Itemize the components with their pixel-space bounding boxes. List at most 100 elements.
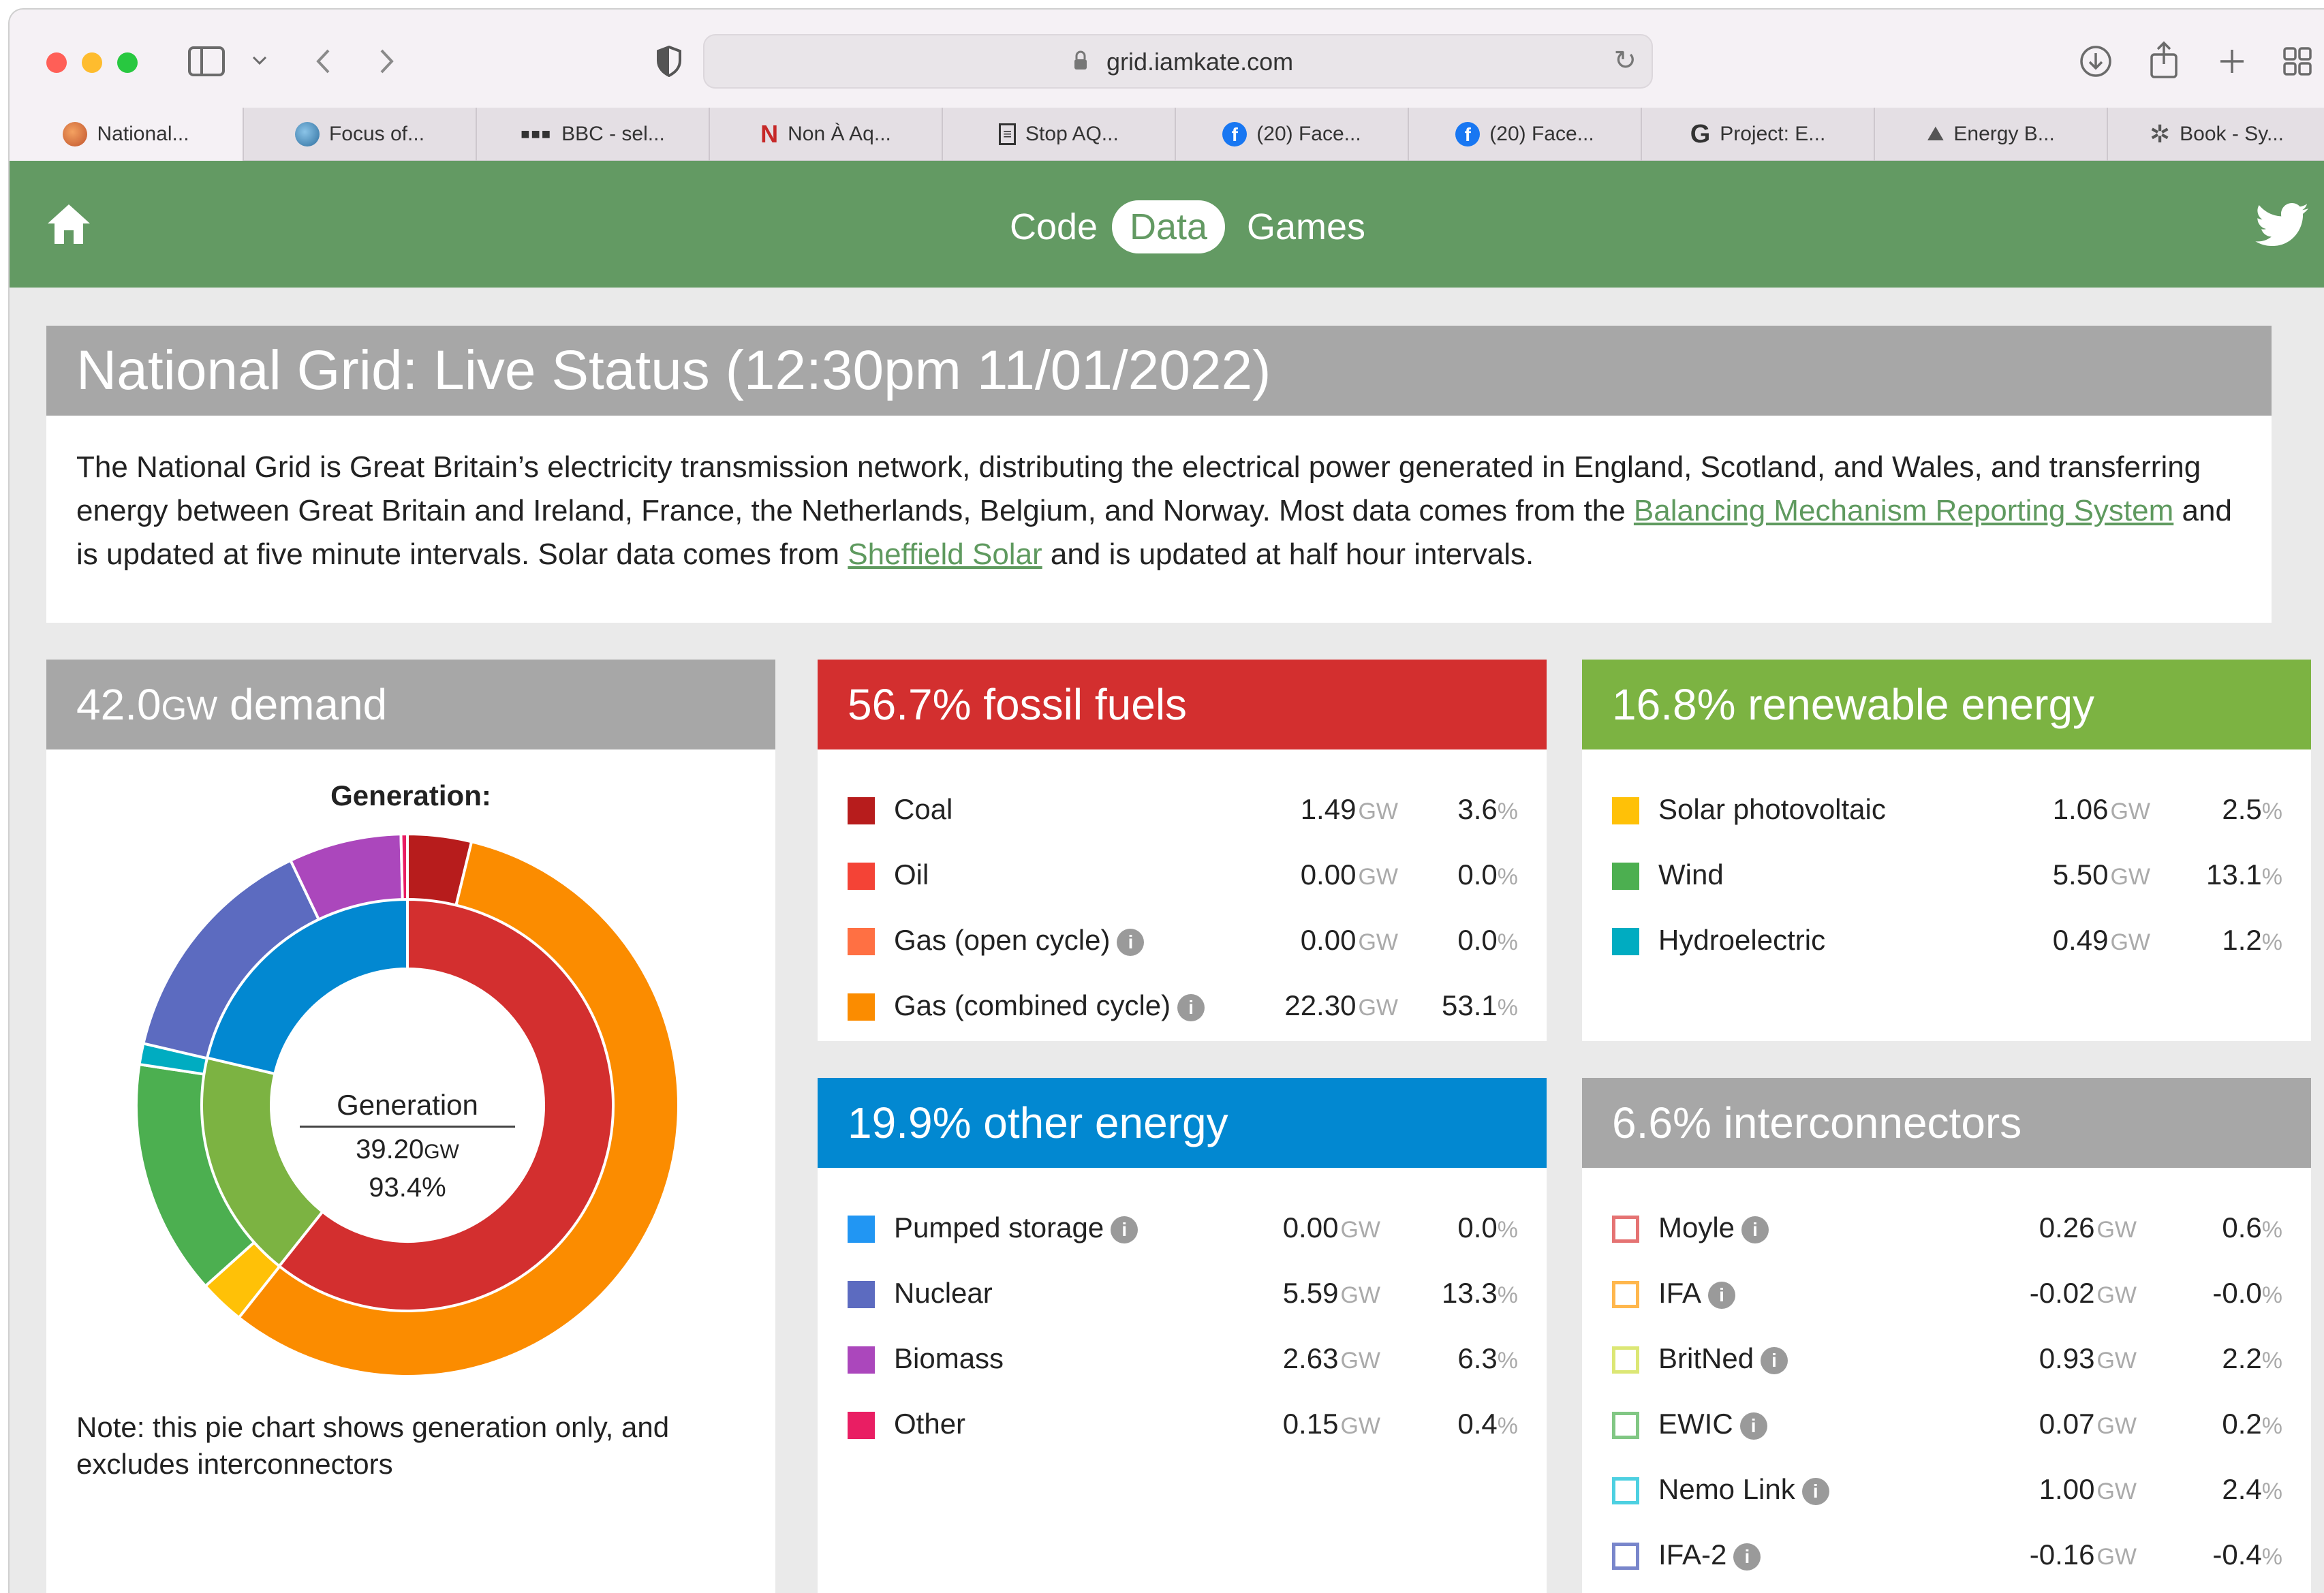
row-gw-value: 22.30GW bbox=[1248, 985, 1398, 1028]
row-percent: -0.0% bbox=[2173, 1273, 2282, 1316]
star-icon: ✲ bbox=[2150, 120, 2171, 148]
gw-number: 5.59 bbox=[1282, 1277, 1339, 1309]
back-icon[interactable] bbox=[309, 46, 337, 76]
forward-icon[interactable] bbox=[373, 46, 401, 76]
sheffield-solar-link[interactable]: Sheffield Solar bbox=[848, 538, 1042, 571]
new-tab-icon[interactable] bbox=[2216, 45, 2248, 78]
shield-icon[interactable] bbox=[654, 45, 684, 78]
row-label-text: Wind bbox=[1658, 859, 1724, 891]
donut-center: Generation 39.20GW 93.4% bbox=[279, 1085, 536, 1205]
tab-book[interactable]: ✲ Book - Sy... bbox=[2107, 108, 2324, 161]
tab-non-a-aq[interactable]: N Non À Aq... bbox=[709, 108, 942, 161]
tab-facebook-2[interactable]: f (20) Face... bbox=[1408, 108, 1641, 161]
row-gw-value: 0.00GW bbox=[1248, 854, 1398, 897]
zoom-window-button[interactable] bbox=[117, 52, 138, 73]
gw-number: 1.00 bbox=[2039, 1473, 2095, 1505]
percent-number: 13.1 bbox=[2206, 859, 2262, 891]
row-label-text: Hydroelectric bbox=[1658, 924, 1826, 956]
home-icon[interactable] bbox=[45, 202, 93, 247]
percent-number: 0.6 bbox=[2222, 1211, 2262, 1243]
tab-energy[interactable]: ⛰ Energy B... bbox=[1874, 108, 2107, 161]
legend-swatch bbox=[1612, 1412, 1639, 1439]
minimize-window-button[interactable] bbox=[82, 52, 102, 73]
demand-card: 42.0GW demand Generation: Generation 39.… bbox=[46, 660, 775, 1593]
row-percent: 1.2% bbox=[2173, 920, 2282, 963]
info-icon[interactable]: i bbox=[1733, 1543, 1761, 1571]
tab-project[interactable]: G Project: E... bbox=[1641, 108, 1874, 161]
table-row: Moyle i 0.26GW 0.6% bbox=[1582, 1195, 2311, 1261]
tab-stop-aq[interactable]: ≡ Stop AQ... bbox=[942, 108, 1175, 161]
facebook-icon: f bbox=[1222, 122, 1248, 146]
nav-games-link[interactable]: Games bbox=[1229, 200, 1383, 253]
table-row: Solar photovoltaic 1.06GW 2.5% bbox=[1582, 777, 2311, 842]
tab-overview-icon[interactable] bbox=[2281, 45, 2314, 78]
row-gw-value: 0.15GW bbox=[1230, 1404, 1380, 1447]
info-icon[interactable]: i bbox=[1177, 993, 1205, 1021]
intro-text-3: and is updated at half hour intervals. bbox=[1042, 538, 1534, 571]
row-gw-value: 0.26GW bbox=[1987, 1207, 2137, 1250]
nav-code-link[interactable]: Code bbox=[992, 200, 1115, 253]
row-percent: 13.1% bbox=[2173, 854, 2282, 897]
row-label: IFA-2 i bbox=[1658, 1534, 1761, 1575]
chevron-down-icon[interactable] bbox=[249, 50, 270, 71]
reload-icon[interactable]: ↻ bbox=[1613, 45, 1637, 76]
legend-swatch bbox=[1612, 863, 1639, 890]
row-label: Gas (open cycle) i bbox=[894, 920, 1145, 961]
table-row: Hydroelectric 0.49GW 1.2% bbox=[1582, 908, 2311, 973]
tab-national-grid[interactable]: National... bbox=[10, 108, 243, 161]
info-icon[interactable]: i bbox=[1117, 928, 1145, 956]
table-row: Oil 0.00GW 0.0% bbox=[818, 842, 1547, 908]
info-icon[interactable]: i bbox=[1739, 1412, 1767, 1440]
info-icon[interactable]: i bbox=[1708, 1281, 1736, 1309]
row-percent: 13.3% bbox=[1409, 1273, 1518, 1316]
tab-bbc[interactable]: ■■■ BBC - sel... bbox=[476, 108, 709, 161]
percent-unit: % bbox=[1497, 799, 1518, 824]
favicon-icon bbox=[63, 122, 88, 146]
gw-number: 0.49 bbox=[2052, 924, 2109, 956]
row-label-text: Nemo Link bbox=[1658, 1473, 1795, 1505]
stop-logo-icon: ≡ bbox=[999, 123, 1017, 145]
page-title: National Grid: Live Status (12:30pm 11/0… bbox=[46, 326, 2272, 416]
row-percent: 53.1% bbox=[1409, 985, 1518, 1028]
sidebar-toggle-icon[interactable] bbox=[188, 45, 225, 78]
percent-unit: % bbox=[2261, 1544, 2282, 1570]
table-row: NSLi0.69GW1.7% bbox=[1582, 1588, 2311, 1593]
nav-data-link[interactable]: Data bbox=[1112, 200, 1226, 253]
interconnectors-card: 6.6% interconnectors Moyle i 0.26GW 0.6% IFA… bbox=[1582, 1078, 2311, 1593]
lock-icon bbox=[1074, 50, 1087, 71]
outer-slice-other bbox=[399, 833, 409, 903]
renewable-header: 16.8% renewable energy bbox=[1582, 660, 2311, 749]
row-percent: 0.0% bbox=[1409, 1207, 1518, 1250]
renewable-card: 16.8% renewable energy Solar photovoltai… bbox=[1582, 660, 2311, 1041]
gw-number: 1.49 bbox=[1300, 793, 1357, 825]
bmrs-link[interactable]: Balancing Mechanism Reporting System bbox=[1634, 494, 2173, 527]
donut-center-label: Generation bbox=[300, 1085, 515, 1128]
tab-focus[interactable]: Focus of... bbox=[243, 108, 476, 161]
facebook-icon: f bbox=[1455, 122, 1481, 146]
percent-unit: % bbox=[2261, 1348, 2282, 1374]
download-icon[interactable] bbox=[2078, 44, 2113, 79]
donut-center-gw: 39.20GW bbox=[279, 1132, 536, 1170]
demand-label: demand bbox=[217, 680, 388, 729]
tab-facebook-1[interactable]: f (20) Face... bbox=[1175, 108, 1408, 161]
percent-number: 3.6 bbox=[1457, 793, 1498, 825]
row-label-text: Other bbox=[894, 1408, 966, 1440]
address-bar[interactable]: grid.iamkate.com ↻ bbox=[703, 34, 1653, 89]
browser-window: grid.iamkate.com ↻ National... Focus of.… bbox=[8, 8, 2324, 1593]
share-icon[interactable] bbox=[2146, 40, 2182, 80]
donut-gw-unit: GW bbox=[424, 1141, 459, 1163]
row-gw-value: 1.06GW bbox=[2000, 789, 2150, 832]
info-icon[interactable]: i bbox=[1801, 1477, 1829, 1505]
row-percent: 0.0% bbox=[1409, 854, 1518, 897]
fossil-fuels-card: 56.7% fossil fuels Coal 1.49GW 3.6% Oil 0.00… bbox=[818, 660, 1547, 1041]
info-icon[interactable]: i bbox=[1761, 1346, 1788, 1374]
info-icon[interactable]: i bbox=[1111, 1216, 1138, 1243]
row-label-text: Gas (combined cycle) bbox=[894, 989, 1171, 1021]
close-window-button[interactable] bbox=[46, 52, 67, 73]
percent-unit: % bbox=[2261, 929, 2282, 955]
table-row: BritNed i 0.93GW 2.2% bbox=[1582, 1326, 2311, 1391]
twitter-icon[interactable] bbox=[2255, 203, 2310, 248]
info-icon[interactable]: i bbox=[1741, 1216, 1769, 1243]
percent-unit: % bbox=[2261, 1282, 2282, 1308]
row-gw-value: 2.63GW bbox=[1230, 1338, 1380, 1381]
